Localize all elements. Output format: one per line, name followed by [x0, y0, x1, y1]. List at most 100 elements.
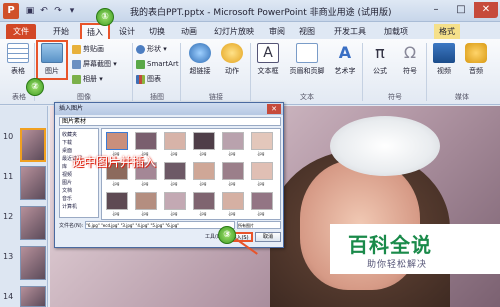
- header-footer-button[interactable]: 页眉和页脚: [284, 43, 330, 76]
- textbox-icon: A: [257, 43, 279, 63]
- title-bar: P ▣ ↶ ↷ ▾ 我的表白PPT.pptx - Microsoft Power…: [0, 0, 500, 22]
- clipart-icon: [72, 44, 81, 54]
- image-file-thumbnail[interactable]: [164, 162, 186, 180]
- video-button[interactable]: 视频: [428, 43, 460, 76]
- tab-developer[interactable]: 开发工具: [330, 24, 370, 39]
- tab-format[interactable]: 格式: [434, 24, 460, 39]
- cancel-button[interactable]: 取消: [255, 232, 281, 242]
- image-file-thumbnail[interactable]: [164, 132, 186, 150]
- tab-view[interactable]: 视图: [294, 24, 320, 39]
- slide-number: 12: [3, 212, 14, 221]
- action-label: 动作: [225, 67, 239, 75]
- symbol-button[interactable]: Ω 符号: [394, 43, 426, 76]
- tab-slideshow[interactable]: 幻灯片放映: [208, 24, 260, 39]
- image-file-thumbnail[interactable]: [193, 132, 215, 150]
- minimize-button[interactable]: –: [424, 2, 448, 18]
- clipart-button[interactable]: 剪贴画: [72, 43, 104, 55]
- image-file-name: .jpg: [170, 151, 178, 156]
- image-file-thumbnail[interactable]: [222, 132, 244, 150]
- image-file-thumbnail[interactable]: [193, 192, 215, 210]
- dialog-path-bar[interactable]: 图片素材: [59, 117, 281, 126]
- nav-item[interactable]: 收藏夹: [62, 131, 96, 139]
- slide-thumbnail[interactable]: [20, 246, 46, 280]
- wordart-button[interactable]: A 艺术字: [330, 43, 360, 76]
- smartart-label: SmartArt: [147, 60, 179, 68]
- image-file-thumbnail[interactable]: [106, 192, 128, 210]
- group-separator: [362, 43, 363, 101]
- image-file-thumbnail[interactable]: [251, 162, 273, 180]
- image-file-thumbnail[interactable]: [193, 162, 215, 180]
- nav-item[interactable]: 计算机: [62, 203, 96, 211]
- shapes-button[interactable]: 形状 ▾: [136, 43, 167, 55]
- tab-design[interactable]: 设计: [114, 24, 140, 39]
- symbol-icon: Ω: [403, 43, 417, 62]
- textbox-button[interactable]: A 文本框: [252, 43, 284, 76]
- chart-icon: [136, 74, 145, 84]
- image-file-thumbnail[interactable]: [251, 132, 273, 150]
- nav-item[interactable]: 音乐: [62, 195, 96, 203]
- image-file-thumbnail[interactable]: [164, 192, 186, 210]
- image-file-name: .jpg: [199, 151, 207, 156]
- slide-number: 14: [3, 292, 14, 301]
- header-footer-icon: [296, 43, 318, 63]
- smartart-button[interactable]: SmartArt: [136, 58, 179, 70]
- slide-thumbnail[interactable]: [20, 166, 46, 200]
- clipart-label: 剪贴画: [83, 45, 104, 53]
- ribbon: 表格 图片 剪贴画 屏幕截图 ▾ 相册 ▾ 形状 ▾ SmartArt 图表 超…: [0, 39, 500, 105]
- insert-picture-dialog: 插入图片 ✕ 图片素材 收藏夹 下载 桌面 最近访问 库 视频 图片 文档 音乐…: [54, 102, 284, 248]
- tab-addins[interactable]: 加载项: [380, 24, 412, 39]
- tab-file[interactable]: 文件: [6, 24, 36, 39]
- save-icon[interactable]: ▣: [24, 5, 36, 17]
- action-button[interactable]: 动作: [216, 43, 248, 76]
- filetype-select[interactable]: 所有图片: [237, 221, 281, 229]
- formula-button[interactable]: π 公式: [364, 43, 396, 76]
- screenshot-button[interactable]: 屏幕截图 ▾: [72, 58, 117, 70]
- image-file-thumbnail[interactable]: [251, 192, 273, 210]
- image-file-name: .jpg: [199, 211, 207, 216]
- slide-thumbnail[interactable]: [20, 128, 46, 162]
- hyperlink-label: 超链接: [189, 67, 211, 75]
- customize-quick-access-icon[interactable]: ▾: [66, 5, 78, 17]
- undo-icon[interactable]: ↶: [38, 5, 50, 17]
- audio-button[interactable]: 音频: [460, 43, 492, 76]
- image-file-name: .jpg: [257, 181, 265, 186]
- shapes-icon: [136, 44, 145, 54]
- slide-thumbnail[interactable]: [20, 286, 46, 307]
- dialog-nav-pane: 收藏夹 下载 桌面 最近访问 库 视频 图片 文档 音乐 计算机: [59, 128, 99, 218]
- image-file-thumbnail[interactable]: [222, 192, 244, 210]
- dialog-close-button[interactable]: ✕: [267, 104, 281, 114]
- group-separator: [180, 43, 181, 101]
- maximize-button[interactable]: □: [449, 2, 473, 18]
- screenshot-label: 屏幕截图: [83, 60, 111, 68]
- action-icon: [221, 43, 243, 63]
- image-file-name: .jpg: [228, 211, 236, 216]
- slide-thumbnail[interactable]: [20, 206, 46, 240]
- tab-animations[interactable]: 动画: [176, 24, 202, 39]
- image-file-name: .jpg: [199, 181, 207, 186]
- image-file-thumbnail[interactable]: [106, 132, 128, 150]
- hyperlink-button[interactable]: 超链接: [184, 43, 216, 76]
- close-button[interactable]: ✕: [474, 2, 498, 18]
- nav-item[interactable]: 图片: [62, 179, 96, 187]
- step-badge-2: ②: [26, 78, 44, 96]
- nav-item[interactable]: 下载: [62, 139, 96, 147]
- tab-transitions[interactable]: 切换: [144, 24, 170, 39]
- audio-label: 音频: [469, 67, 483, 75]
- image-file-thumbnail[interactable]: [135, 132, 157, 150]
- album-label: 相册: [83, 75, 97, 83]
- chart-button[interactable]: 图表: [136, 73, 161, 85]
- redo-icon[interactable]: ↷: [52, 5, 64, 17]
- nav-item[interactable]: 视频: [62, 171, 96, 179]
- album-button[interactable]: 相册 ▾: [72, 73, 103, 85]
- group-label-media: 媒体: [455, 93, 469, 101]
- image-file-thumbnail[interactable]: [135, 192, 157, 210]
- tab-home[interactable]: 开始: [46, 24, 76, 39]
- image-file-name: .jpg: [112, 211, 120, 216]
- tab-review[interactable]: 审阅: [264, 24, 290, 39]
- image-file-thumbnail[interactable]: [222, 162, 244, 180]
- image-file-name: .jpg: [112, 181, 120, 186]
- table-button[interactable]: 表格: [2, 43, 34, 76]
- filename-input[interactable]: "6.jpg" "ecd.jpg" "3.jpg" "4.jpg" "5.jpg…: [85, 221, 235, 229]
- nav-item[interactable]: 文档: [62, 187, 96, 195]
- chart-label: 图表: [147, 75, 161, 83]
